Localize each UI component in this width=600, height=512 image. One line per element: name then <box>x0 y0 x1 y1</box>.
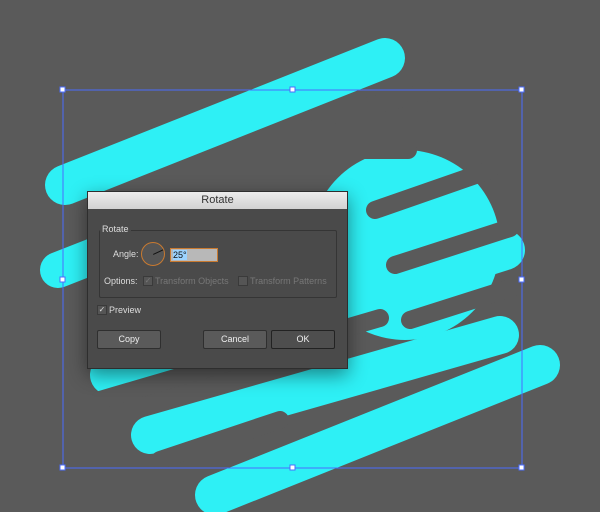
angle-label: Angle: <box>113 249 139 259</box>
rotate-group-label: Rotate <box>100 224 131 234</box>
options-label: Options: <box>104 276 138 286</box>
cancel-button[interactable]: Cancel <box>203 330 267 349</box>
transform-patterns-checkbox[interactable] <box>238 276 248 286</box>
ok-button[interactable]: OK <box>271 330 335 349</box>
preview-checkbox[interactable]: ✓ <box>97 305 107 315</box>
copy-button[interactable]: Copy <box>97 330 161 349</box>
dialog-title: Rotate <box>88 192 347 209</box>
rotate-group <box>99 230 337 298</box>
angle-input[interactable]: 25° <box>170 248 218 262</box>
transform-patterns-label: Transform Patterns <box>250 276 327 286</box>
preview-label: Preview <box>109 305 142 315</box>
angle-dial[interactable] <box>141 242 165 266</box>
transform-objects-label: Transform Objects <box>155 276 229 286</box>
transform-objects-checkbox[interactable]: ✓ <box>143 276 153 286</box>
